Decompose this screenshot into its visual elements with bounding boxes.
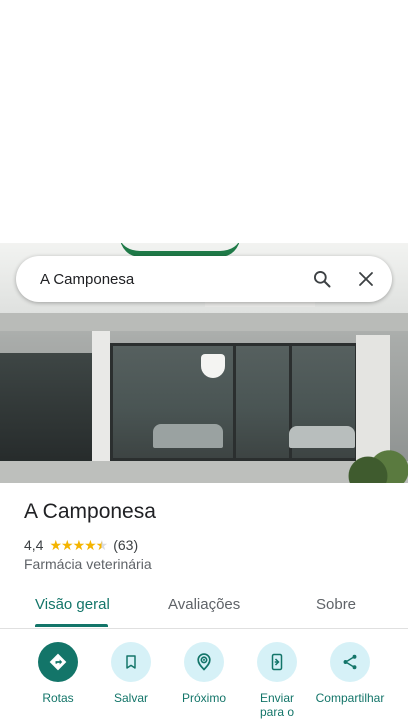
- share-label: Compartilhar: [315, 691, 385, 705]
- star-rating-icon: ★★★★★: [49, 536, 108, 553]
- nearby-label: Próximo: [181, 691, 226, 705]
- nearby-icon: [184, 642, 224, 682]
- tab-overview[interactable]: Visão geral: [35, 596, 110, 613]
- place-title: A Camponesa: [24, 500, 156, 523]
- tab-bar: Visão geral Avaliações Sobre: [0, 586, 408, 629]
- directions-icon: [38, 642, 78, 682]
- directions-button[interactable]: Rotas: [18, 642, 98, 705]
- search-query[interactable]: A Camponesa: [40, 271, 290, 288]
- rating-row[interactable]: 4,4 ★★★★★ (63): [24, 536, 138, 554]
- tab-about[interactable]: Sobre: [316, 596, 356, 613]
- tab-reviews[interactable]: Avaliações: [168, 596, 240, 613]
- reviews-count: (63): [113, 537, 139, 553]
- send-to-phone-button[interactable]: Enviar para o: [237, 642, 317, 719]
- bookmark-icon: [111, 642, 151, 682]
- search-bar[interactable]: A Camponesa: [16, 256, 392, 302]
- save-label: Salvar: [113, 691, 148, 705]
- rating-value: 4,4: [24, 537, 44, 553]
- active-tab-indicator: [35, 624, 108, 627]
- save-button[interactable]: Salvar: [91, 642, 171, 705]
- blank-area: [0, 0, 408, 243]
- place-category: Farmácia veterinária: [24, 556, 152, 572]
- send-to-phone-icon: [257, 642, 297, 682]
- send-to-phone-label: Enviar para o: [259, 691, 295, 719]
- nearby-button[interactable]: Próximo: [164, 642, 244, 705]
- close-icon[interactable]: [354, 267, 378, 291]
- directions-label: Rotas: [42, 691, 74, 705]
- search-icon[interactable]: [310, 267, 334, 291]
- share-button[interactable]: Compartilhar: [310, 642, 390, 705]
- share-icon: [330, 642, 370, 682]
